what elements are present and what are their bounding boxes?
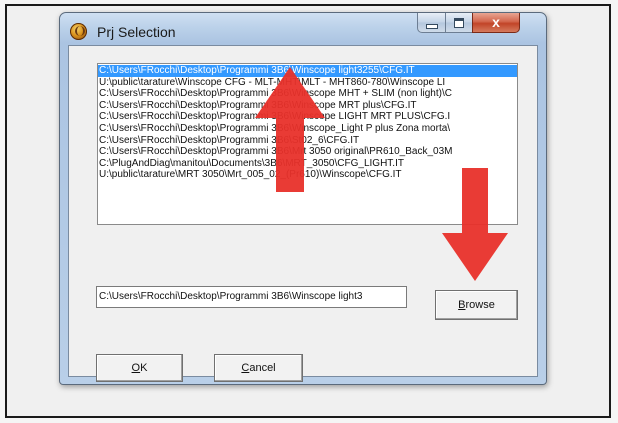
cancel-button[interactable]: Cancel <box>214 354 303 382</box>
minimize-icon <box>425 24 438 29</box>
list-item[interactable]: C:\Users\FRocchi\Desktop\Programmi 3B6\W… <box>98 88 517 100</box>
prj-selection-dialog: Prj Selection x C:\Users\FRocchi\Desktop… <box>59 12 547 385</box>
ok-button[interactable]: OK <box>96 354 183 382</box>
dialog-client-area: C:\Users\FRocchi\Desktop\Programmi 3B6\W… <box>68 45 538 382</box>
app-icon <box>70 23 87 40</box>
list-item[interactable]: C:\PlugAndDiag\manitou\Documents\3B6\MRT… <box>98 158 517 170</box>
maximize-icon <box>454 18 464 28</box>
path-field[interactable]: C:\Users\FRocchi\Desktop\Programmi 3B6\W… <box>96 286 407 308</box>
list-item[interactable]: C:\Users\FRocchi\Desktop\Programmi 3B6\W… <box>98 100 517 112</box>
list-item[interactable]: C:\Users\FRocchi\Desktop\Programmi 3B6\W… <box>98 111 517 123</box>
list-item[interactable]: C:\Users\FRocchi\Desktop\Programmi 3B6\W… <box>98 123 517 135</box>
browse-button[interactable]: Browse <box>435 290 518 320</box>
list-item[interactable]: C:\Users\FRocchi\Desktop\Programmi 3B6\M… <box>98 146 517 158</box>
title-bar[interactable]: Prj Selection x <box>60 13 546 45</box>
list-item[interactable]: C:\Users\FRocchi\Desktop\Programmi 3B6\S… <box>98 135 517 147</box>
list-item[interactable]: U:\public\tarature\Winscope CFG - MLT-MH… <box>98 77 517 89</box>
cancel-button-label: Cancel <box>241 362 276 374</box>
maximize-button[interactable] <box>445 13 473 33</box>
project-listbox[interactable]: C:\Users\FRocchi\Desktop\Programmi 3B6\W… <box>97 63 518 225</box>
close-button[interactable]: x <box>472 13 520 33</box>
window-title: Prj Selection <box>97 24 176 40</box>
ok-button-label: OK <box>131 362 148 374</box>
browse-button-label: Browse <box>458 299 495 311</box>
list-item[interactable]: U:\public\tarature\MRT 3050\Mrt_005_02_(… <box>98 169 517 181</box>
list-item[interactable]: C:\Users\FRocchi\Desktop\Programmi 3B6\W… <box>98 65 517 77</box>
minimize-button[interactable] <box>417 13 446 33</box>
close-icon: x <box>492 14 500 30</box>
